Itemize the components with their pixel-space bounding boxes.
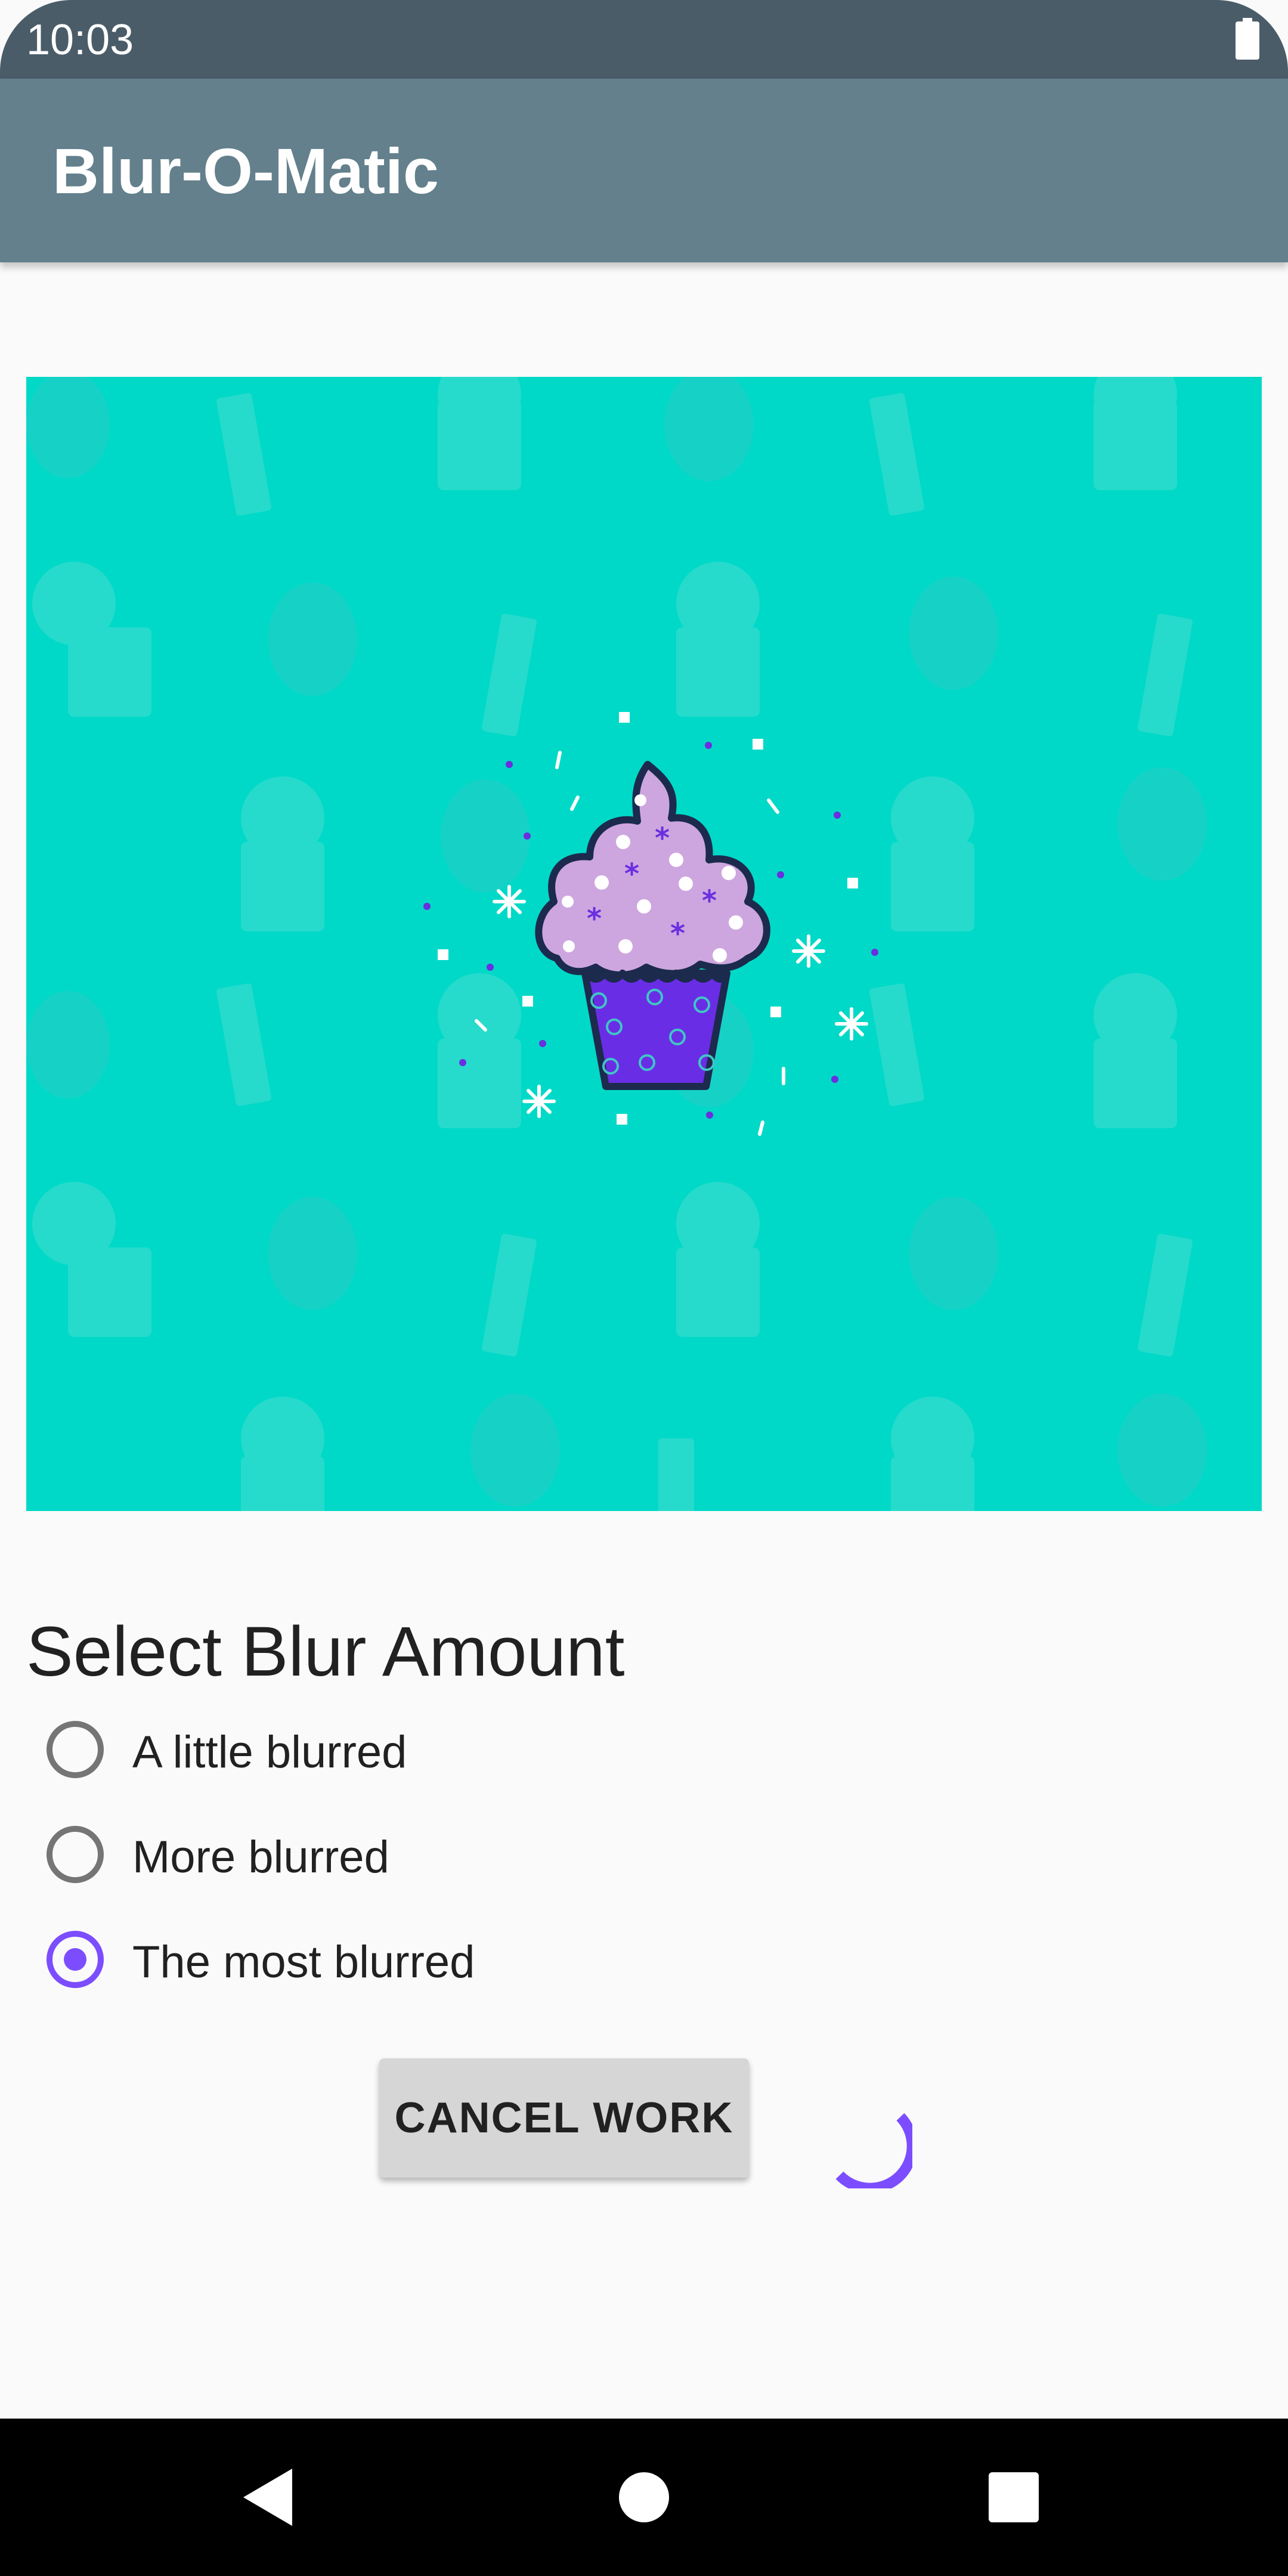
- svg-text:*: *: [624, 857, 639, 891]
- svg-text:*: *: [702, 884, 717, 918]
- back-icon[interactable]: [233, 2462, 304, 2533]
- radio-button-selected[interactable]: [47, 1931, 104, 1988]
- radio-label: More blurred: [132, 1832, 389, 1883]
- radio-button[interactable]: [47, 1826, 104, 1883]
- loading-spinner-icon: [835, 2113, 912, 2188]
- recents-icon[interactable]: [978, 2462, 1049, 2533]
- radio-button[interactable]: [47, 1721, 104, 1778]
- status-time: 10:03: [26, 16, 134, 64]
- svg-text:*: *: [670, 917, 685, 950]
- battery-icon: [1236, 18, 1259, 60]
- cancel-work-button[interactable]: CANCEL WORK: [379, 2058, 749, 2178]
- cupcake-illustration: * * * * *: [26, 377, 1262, 1511]
- radio-option-little[interactable]: A little blurred: [43, 1717, 580, 1789]
- radio-option-most[interactable]: The most blurred: [43, 1927, 580, 1999]
- radio-label: A little blurred: [132, 1727, 407, 1778]
- cupcake-image: * * * * *: [26, 377, 1262, 1511]
- status-bar: 10:03: [0, 0, 1288, 79]
- svg-text:*: *: [587, 902, 602, 936]
- blur-amount-heading: Select Blur Amount: [26, 1612, 625, 1691]
- radio-option-more[interactable]: More blurred: [43, 1822, 580, 1894]
- app-title: Blur-O-Matic: [52, 135, 439, 207]
- home-icon[interactable]: [608, 2462, 680, 2533]
- app-bar: Blur-O-Matic: [0, 79, 1288, 262]
- radio-label: The most blurred: [132, 1937, 475, 1987]
- radio-selected-dot: [64, 1948, 86, 1971]
- navigation-bar: [0, 2419, 1288, 2576]
- svg-text:*: *: [655, 822, 670, 855]
